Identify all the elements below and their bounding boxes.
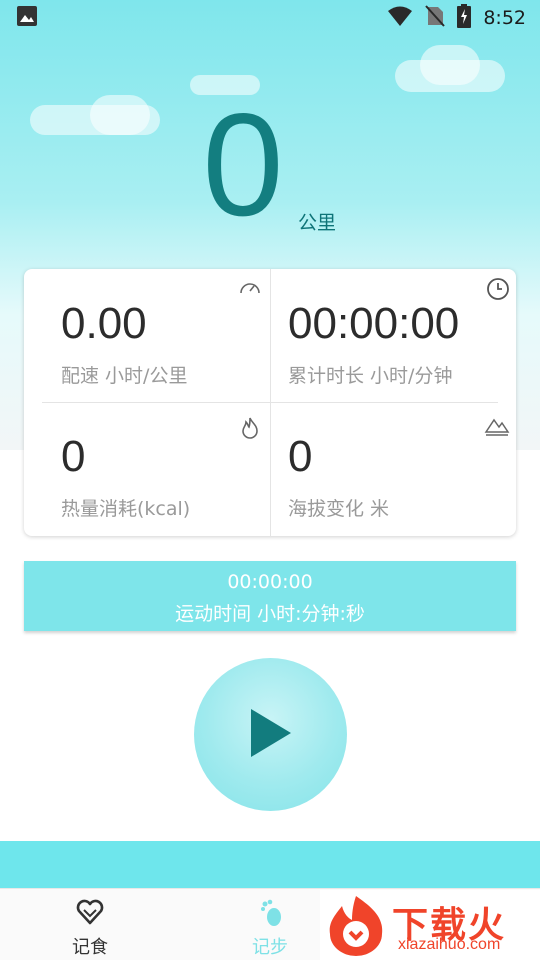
pace-label: 配速 小时/公里: [61, 365, 188, 387]
distance-value: 0: [202, 83, 284, 246]
sport-timer-value: 00:00:00: [227, 571, 313, 593]
clock-icon: [486, 277, 510, 301]
heart-icon: [76, 899, 104, 925]
duration-value: 00:00:00: [288, 299, 460, 348]
cloud-decoration: [420, 45, 480, 85]
status-time: 8:52: [483, 7, 526, 29]
stat-pace: 0.00 配速 小时/公里: [24, 269, 270, 402]
wifi-icon: [387, 5, 413, 31]
altitude-value: 0: [288, 432, 313, 481]
stat-duration: 00:00:00 累计时长 小时/分钟: [270, 269, 516, 402]
stats-card: 0.00 配速 小时/公里 00:00:00 累计时长 小时/分钟 0 热量消耗…: [24, 269, 516, 536]
speedometer-icon: [238, 277, 262, 301]
bottom-strip: [0, 841, 540, 888]
stat-calories: 0 热量消耗(kcal): [24, 402, 270, 535]
battery-charging-icon: [457, 4, 472, 32]
sport-timer-label: 运动时间 小时:分钟:秒: [175, 603, 365, 625]
status-bar: 8:52: [0, 0, 540, 36]
pace-value: 0.00: [61, 299, 147, 348]
flame-icon: [238, 416, 262, 440]
sport-timer-bar: 00:00:00 运动时间 小时:分钟:秒: [24, 561, 516, 631]
duration-label: 累计时长 小时/分钟: [288, 365, 453, 387]
altitude-label: 海拔变化 米: [288, 498, 390, 520]
calories-value: 0: [61, 432, 86, 481]
image-notification-icon: [16, 5, 38, 31]
play-icon: [249, 707, 293, 763]
no-sim-icon: [425, 5, 446, 31]
start-button[interactable]: [194, 658, 347, 811]
mountain-icon: [484, 414, 510, 438]
nav-item-diet[interactable]: 记食: [0, 889, 180, 960]
stat-altitude: 0 海拔变化 米: [270, 402, 516, 535]
flame-logo-icon: [322, 892, 390, 960]
calories-label: 热量消耗(kcal): [61, 498, 191, 520]
footprint-icon: [258, 899, 286, 926]
watermark-logo: 下载火 xiazaihuo.com: [320, 890, 540, 960]
distance-unit: 公里: [298, 212, 337, 234]
watermark-url: xiazaihuo.com: [398, 936, 501, 953]
nav-label-diet: 记食: [72, 937, 108, 958]
